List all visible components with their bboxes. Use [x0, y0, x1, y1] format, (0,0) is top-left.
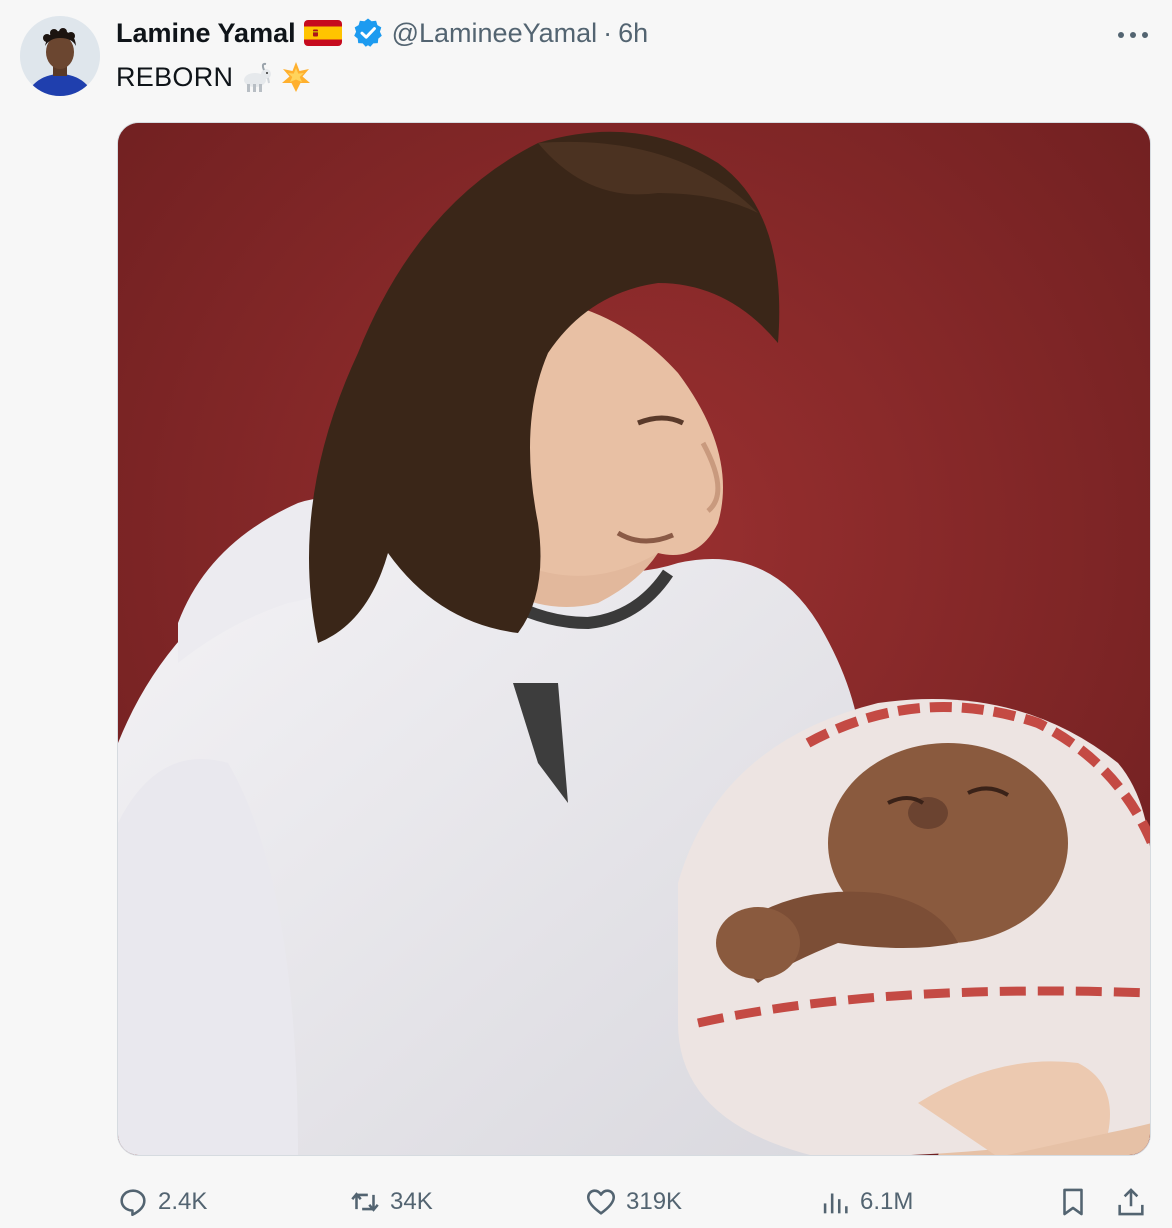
bookmark-icon	[1063, 1188, 1083, 1216]
share-icon	[1118, 1188, 1144, 1216]
tweet-photo[interactable]	[117, 122, 1151, 1156]
views-button[interactable]: 6.1M	[818, 1180, 913, 1224]
analytics-icon	[823, 1193, 848, 1214]
tweet-text: REBORN	[116, 58, 313, 96]
repost-icon	[351, 1192, 379, 1212]
repost-count: 34K	[390, 1188, 433, 1215]
share-button[interactable]	[1114, 1180, 1148, 1224]
tweet-card[interactable]: Lamine Yamal @LamineeYamal · 6h REBORN 2…	[0, 0, 1172, 1228]
heart-icon	[586, 1189, 616, 1215]
header-separator: ·	[603, 17, 613, 48]
more-dots-icon	[1118, 32, 1148, 38]
repost-button[interactable]: 34K	[348, 1180, 433, 1224]
goat-emoji-icon	[239, 60, 273, 94]
avatar[interactable]	[20, 16, 100, 96]
tweet-text-body: REBORN	[116, 61, 234, 92]
views-count: 6.1M	[860, 1188, 914, 1215]
reply-count: 2.4K	[158, 1188, 208, 1215]
photo-image	[118, 123, 1150, 1155]
author-display-name[interactable]: Lamine Yamal	[116, 18, 296, 49]
tweet-timestamp[interactable]: 6h	[618, 18, 648, 49]
avatar-image	[20, 16, 100, 96]
spain-flag-icon	[303, 20, 342, 46]
tweet-header: Lamine Yamal @LamineeYamal · 6h	[116, 14, 648, 52]
glowing-star-emoji-icon	[279, 60, 313, 94]
verified-badge-icon[interactable]	[352, 17, 384, 49]
reply-icon	[120, 1189, 146, 1217]
tweet-action-bar: 2.4K 34K 319K 6.1M	[0, 1176, 1172, 1228]
like-count: 319K	[626, 1188, 683, 1215]
bookmark-button[interactable]	[1056, 1180, 1090, 1224]
like-button[interactable]: 319K	[584, 1180, 682, 1224]
reply-button[interactable]: 2.4K	[116, 1180, 207, 1224]
more-options-button[interactable]	[1112, 20, 1154, 50]
author-handle[interactable]: @LamineeYamal	[392, 18, 598, 49]
